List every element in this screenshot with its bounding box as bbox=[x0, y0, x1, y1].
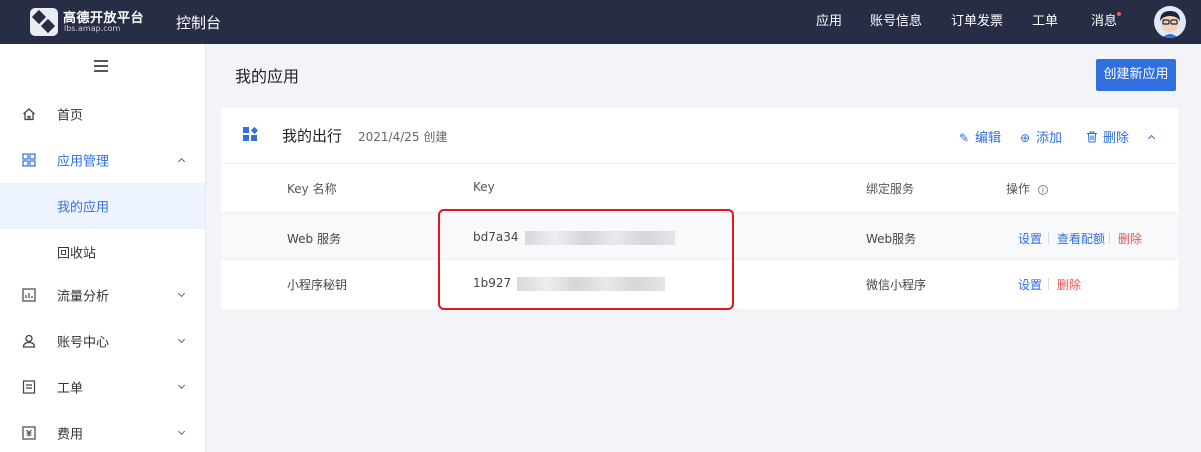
topnav-messages[interactable]: 消息 bbox=[1091, 0, 1117, 44]
edit-label: 编辑 bbox=[975, 131, 1002, 146]
sidebar-item-label: 流量分析 bbox=[57, 289, 110, 305]
app-card-header: 我的出行 2021/4/25 创建 ✎ 编辑 ⊕ 添加 删除 bbox=[221, 108, 1178, 164]
operations-label: 操作 bbox=[1006, 182, 1031, 196]
column-header-key: Key bbox=[473, 180, 495, 194]
message-notification-dot bbox=[1117, 12, 1121, 16]
topnav-apps[interactable]: 应用 bbox=[816, 0, 842, 44]
delete-key-link[interactable]: 删除 bbox=[1118, 230, 1142, 247]
column-header-service: 绑定服务 bbox=[866, 182, 915, 196]
key-name-cell: Web 服务 bbox=[287, 232, 341, 246]
sidebar-item-label: 我的应用 bbox=[57, 200, 110, 216]
app-name: 我的出行 bbox=[282, 127, 343, 145]
divider bbox=[1109, 232, 1110, 244]
sidebar-item-account-center[interactable]: 账号中心 bbox=[0, 318, 205, 364]
amap-logo[interactable]: 高德开放平台 lbs.amap.com bbox=[30, 6, 148, 38]
divider bbox=[1048, 278, 1049, 290]
add-key-button[interactable]: ⊕ 添加 bbox=[1018, 127, 1062, 146]
sidebar-item-tickets[interactable]: 工单 bbox=[0, 364, 205, 410]
delete-key-link[interactable]: 删除 bbox=[1057, 276, 1081, 293]
chevron-down-icon bbox=[177, 289, 186, 298]
sidebar-item-label: 首页 bbox=[57, 108, 84, 124]
sidebar-item-fees[interactable]: 费用 bbox=[0, 410, 205, 452]
service-cell: 微信小程序 bbox=[866, 278, 927, 292]
chart-icon bbox=[22, 288, 36, 302]
app-created-date: 2021/4/25 创建 bbox=[358, 130, 448, 144]
ticket-icon bbox=[22, 380, 36, 394]
settings-link[interactable]: 设置 bbox=[1018, 276, 1042, 293]
fee-icon bbox=[22, 426, 36, 440]
collapse-chevron-icon[interactable] bbox=[1147, 134, 1156, 143]
chevron-down-icon bbox=[177, 381, 186, 390]
user-avatar[interactable] bbox=[1154, 6, 1186, 38]
create-app-button[interactable]: 创建新应用 bbox=[1096, 59, 1176, 91]
sidebar-item-label: 费用 bbox=[57, 427, 84, 443]
sidebar-item-app-management[interactable]: 应用管理 bbox=[0, 137, 205, 183]
add-label: 添加 bbox=[1036, 131, 1063, 146]
divider bbox=[1048, 232, 1049, 244]
app-icon bbox=[243, 126, 258, 141]
info-icon[interactable]: i bbox=[1037, 185, 1048, 195]
chevron-up-icon bbox=[177, 157, 186, 166]
view-quota-link[interactable]: 查看配额 bbox=[1057, 230, 1105, 247]
delete-label: 删除 bbox=[1103, 131, 1130, 146]
sidebar-item-label: 应用管理 bbox=[57, 154, 110, 170]
plus-circle-icon: ⊕ bbox=[1019, 131, 1031, 145]
sidebar-item-traffic-analysis[interactable]: 流量分析 bbox=[0, 272, 205, 318]
delete-app-button[interactable]: 删除 bbox=[1085, 127, 1129, 146]
sidebar-item-label: 回收站 bbox=[57, 246, 97, 262]
menu-toggle-icon[interactable] bbox=[94, 60, 108, 72]
grid-icon bbox=[22, 153, 36, 167]
chevron-down-icon bbox=[177, 335, 186, 344]
sidebar-item-label: 账号中心 bbox=[57, 335, 110, 351]
column-header-operations: 操作 i bbox=[1006, 180, 1048, 197]
user-icon bbox=[22, 334, 36, 348]
top-bar: 高德开放平台 lbs.amap.com 控制台 应用 账号信息 订单发票 工单 … bbox=[0, 0, 1201, 44]
console-title[interactable]: 控制台 bbox=[176, 12, 221, 33]
sidebar-item-my-apps[interactable]: 我的应用 bbox=[0, 183, 205, 229]
sidebar-item-label: 工单 bbox=[57, 381, 84, 397]
brand-domain: lbs.amap.com bbox=[64, 24, 121, 33]
key-highlight-box bbox=[438, 209, 734, 310]
edit-app-button[interactable]: ✎ 编辑 bbox=[957, 127, 1001, 146]
home-icon bbox=[23, 108, 35, 121]
settings-link[interactable]: 设置 bbox=[1018, 230, 1042, 247]
sidebar-item-recycle-bin[interactable]: 回收站 bbox=[0, 229, 205, 275]
sidebar: 首页 应用管理 我的应用 回收站 流量分析 账号中心 工单 费用 bbox=[0, 44, 206, 452]
key-name-cell: 小程序秘钥 bbox=[287, 278, 348, 292]
edit-icon: ✎ bbox=[958, 131, 970, 145]
sidebar-item-home[interactable]: 首页 bbox=[0, 91, 205, 137]
avatar-icon bbox=[1160, 11, 1180, 38]
trash-icon bbox=[1085, 131, 1099, 145]
column-header-key-name: Key 名称 bbox=[287, 182, 337, 196]
page-title: 我的应用 bbox=[235, 67, 300, 86]
topnav-orders-invoices[interactable]: 订单发票 bbox=[951, 0, 1003, 44]
amap-logo-icon bbox=[30, 8, 58, 36]
service-cell: Web服务 bbox=[866, 232, 917, 246]
topnav-tickets[interactable]: 工单 bbox=[1032, 0, 1058, 44]
chevron-down-icon bbox=[177, 427, 186, 436]
topnav-account-info[interactable]: 账号信息 bbox=[870, 0, 922, 44]
